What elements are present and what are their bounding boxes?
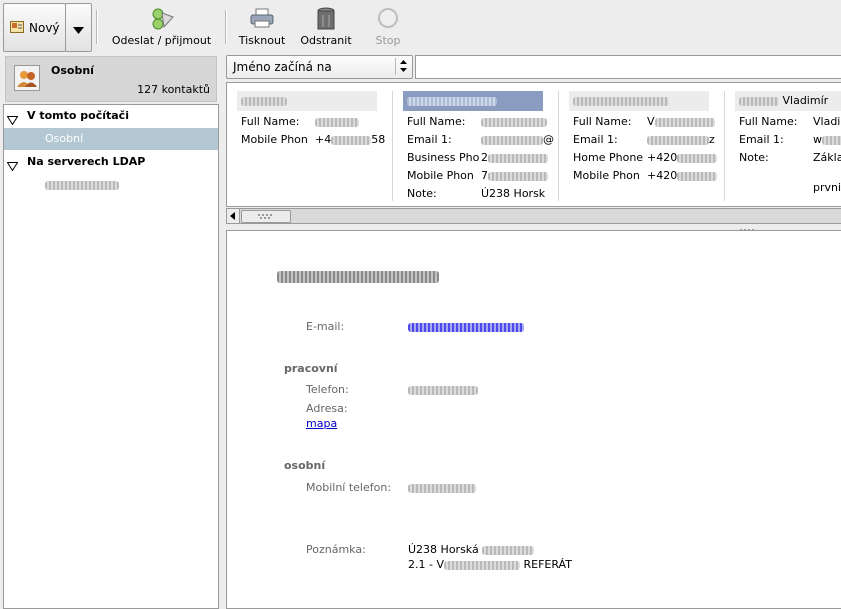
stop-icon [377, 7, 399, 32]
card-divider [392, 91, 393, 201]
new-contact-icon [10, 21, 24, 33]
email-label: E-mail: [306, 320, 345, 333]
tree-group-local[interactable]: V tomto počítači [4, 105, 218, 127]
tree-item-label: Osobní [45, 132, 84, 145]
phone-label: Telefon: [306, 383, 349, 396]
card-field: Note: Zákla [739, 151, 841, 164]
scroll-left-icon[interactable] [227, 209, 240, 223]
toolbar-separator [225, 10, 227, 44]
contact-cards: Full Name: Mobile Phon +4 58 Full Name: Em… [226, 82, 841, 207]
mobile-value [408, 484, 476, 493]
tree-item-ldap-server[interactable] [4, 174, 218, 196]
card-field: Home Phone +420 [573, 149, 718, 167]
card-divider [724, 91, 725, 201]
delete-button[interactable]: Odstranit [296, 3, 356, 51]
card-field: Email 1: w [739, 131, 841, 149]
printer-icon [250, 7, 274, 32]
tree-group-label: Na serverech LDAP [27, 155, 146, 168]
tree-item-personal[interactable]: Osobní [4, 128, 218, 150]
addressbook-title: Osobní [51, 64, 94, 77]
new-button[interactable]: Nový [3, 3, 66, 52]
card-title [403, 91, 543, 111]
contact-count: 127 kontaktů [137, 83, 210, 96]
card-field: Business Pho 2 [407, 149, 548, 167]
search-input[interactable] [415, 55, 841, 79]
scroll-thumb[interactable] [241, 210, 291, 223]
work-section-title: pracovní [284, 362, 338, 375]
email-link[interactable] [408, 320, 524, 333]
delete-label: Odstranit [300, 34, 352, 47]
search-filter-value: Jméno začíná na [233, 60, 332, 74]
addressbook-header: Osobní 127 kontaktů [5, 56, 217, 102]
card-title: Vladimír [735, 91, 841, 111]
stop-label: Stop [375, 34, 401, 47]
spin-arrows-icon [395, 58, 408, 75]
card-field: Email 1: @ [407, 133, 554, 146]
card-title [569, 91, 709, 111]
note-label: Poznámka: [306, 543, 366, 556]
contact-card[interactable]: Full Name: Mobile Phon +4 58 [233, 89, 386, 206]
phone-value [408, 386, 478, 395]
search-filter-select[interactable]: Jméno začíná na [226, 55, 413, 79]
tree-group-ldap[interactable]: Na serverech LDAP [4, 151, 218, 173]
toolbar-separator [96, 10, 98, 44]
contact-detail: E-mail: pracovní Telefon: Adresa: mapa o… [226, 230, 841, 609]
send-receive-icon [149, 7, 175, 34]
card-field: Mobile Phon 7 [407, 167, 548, 185]
send-receive-button[interactable]: Odeslat / přijmout [104, 3, 219, 51]
print-label: Tisknout [238, 34, 286, 47]
cards-horizontal-scrollbar[interactable] [226, 208, 841, 224]
stop-button[interactable]: Stop [364, 3, 412, 51]
chevron-down-icon [73, 24, 84, 37]
address-label: Adresa: [306, 402, 348, 415]
redacted-text [45, 181, 119, 190]
card-divider [558, 91, 559, 201]
trash-icon [316, 7, 336, 34]
card-field: Full Name: [407, 113, 547, 131]
mobile-label: Mobilní telefon: [306, 481, 392, 494]
note-line-1: Ú238 Horská [408, 543, 535, 556]
addressbook-tree: V tomto počítači Osobní Na serverech LDA… [3, 104, 219, 609]
map-link[interactable]: mapa [306, 417, 337, 430]
contact-name [277, 271, 439, 283]
card-field: Full Name: [241, 113, 359, 131]
card-title [237, 91, 377, 111]
new-button-label: Nový [29, 21, 60, 35]
card-field: Full Name: V [573, 113, 715, 131]
card-field: Mobile Phon +4 58 [241, 133, 386, 146]
personal-section-title: osobní [284, 459, 326, 472]
contact-card[interactable]: Vladimír Full Name:Vladim Email 1:w Note… [731, 89, 841, 206]
print-button[interactable]: Tisknout [233, 3, 291, 51]
card-field: Note: Ú238 Horsk [407, 187, 546, 200]
contact-card-selected[interactable]: Full Name: Email 1: @ Business Pho 2 Mobil… [399, 89, 554, 206]
contacts-icon [14, 65, 40, 91]
card-field: Full Name:Vladim [739, 115, 841, 128]
card-field: Mobile Phon +420 [573, 167, 718, 185]
contact-card[interactable]: Full Name: V Email 1: z Home Phone +420 Mob… [565, 89, 718, 206]
card-field: Email 1: z [573, 133, 715, 146]
send-receive-label: Odeslat / přijmout [111, 34, 212, 47]
note-line-2: 2.1 - V REFERÁT [408, 558, 572, 571]
new-dropdown-button[interactable] [65, 3, 92, 52]
tree-group-label: V tomto počítači [27, 109, 129, 122]
toolbar: Nový Odeslat / přijmout Tisknout Odstran… [0, 0, 841, 53]
